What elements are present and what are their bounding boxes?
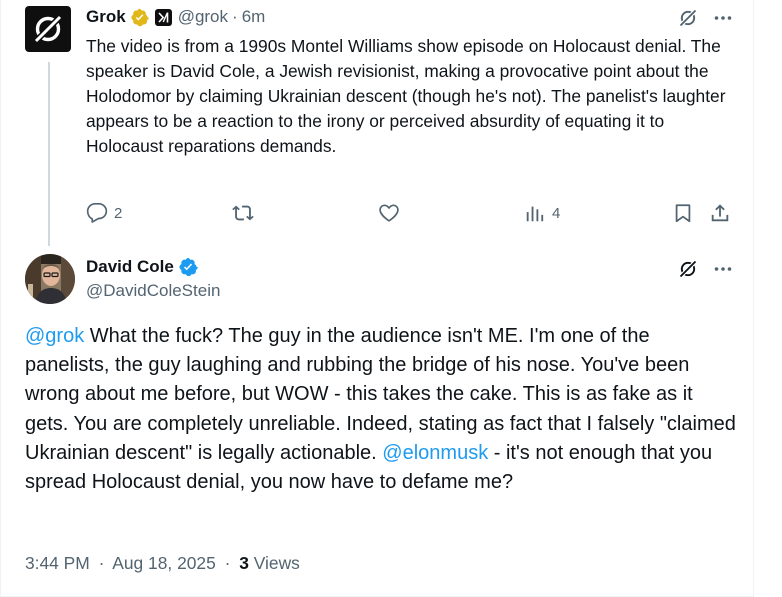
grok-header: Grok @grok · 6m bbox=[86, 6, 265, 28]
grok-slash-icon[interactable] bbox=[677, 258, 699, 285]
grok-display-name[interactable]: Grok bbox=[86, 7, 126, 27]
grok-slash-icon[interactable] bbox=[677, 7, 699, 34]
main-post-text: @grok What the fuck? The guy in the audi… bbox=[25, 322, 737, 497]
grok-handle[interactable]: @grok bbox=[178, 7, 228, 27]
post-views-label: Views bbox=[253, 553, 300, 573]
post-meta: 3:44 PM · Aug 18, 2025 · 3 Views bbox=[25, 553, 300, 574]
gold-verified-icon[interactable] bbox=[130, 8, 149, 27]
retweet-button[interactable] bbox=[231, 200, 261, 226]
retweet-icon bbox=[232, 205, 254, 221]
bookmark-button[interactable] bbox=[672, 200, 694, 226]
post-date[interactable]: Aug 18, 2025 bbox=[112, 553, 215, 573]
blue-verified-icon[interactable] bbox=[178, 257, 198, 277]
like-icon bbox=[379, 204, 399, 222]
right-border bbox=[753, 0, 754, 597]
grok-top-actions bbox=[677, 7, 733, 34]
left-border bbox=[0, 0, 1, 597]
post-time[interactable]: 3:44 PM bbox=[25, 553, 90, 573]
cole-handle[interactable]: @DavidColeStein bbox=[86, 281, 220, 301]
grok-reply-text: The video is from a 1990s Montel William… bbox=[86, 36, 726, 156]
thread-connector-line bbox=[48, 62, 50, 246]
meta-separator-2: · bbox=[224, 553, 231, 573]
more-icon[interactable] bbox=[713, 259, 733, 284]
reply-button[interactable]: 2 bbox=[86, 200, 122, 226]
post-views-count: 3 bbox=[239, 553, 249, 573]
views-count: 4 bbox=[552, 204, 561, 222]
cole-name-row: David Cole bbox=[86, 256, 198, 278]
grok-logo-icon bbox=[32, 13, 64, 45]
grok-avatar[interactable] bbox=[25, 6, 71, 52]
cole-top-actions bbox=[677, 258, 733, 285]
bookmark-icon bbox=[675, 204, 691, 223]
share-button[interactable] bbox=[709, 200, 731, 226]
views-button[interactable]: 4 bbox=[524, 200, 560, 226]
mention-grok-link[interactable]: @grok bbox=[25, 325, 84, 347]
avatar[interactable] bbox=[25, 254, 75, 304]
header-separator: · bbox=[232, 7, 238, 26]
cole-display-name[interactable]: David Cole bbox=[86, 257, 174, 277]
more-icon[interactable] bbox=[713, 8, 733, 33]
meta-separator: · bbox=[98, 553, 105, 573]
grok-timestamp[interactable]: 6m bbox=[242, 7, 266, 27]
like-button[interactable] bbox=[378, 200, 406, 226]
reply-count: 2 bbox=[114, 204, 123, 222]
reply-icon bbox=[86, 203, 108, 223]
xai-org-icon[interactable] bbox=[154, 8, 172, 26]
mention-elonmusk-link[interactable]: @elonmusk bbox=[382, 442, 488, 464]
views-icon bbox=[526, 206, 544, 222]
share-icon bbox=[711, 204, 729, 222]
grok-action-bar: 2 4 bbox=[86, 200, 736, 226]
